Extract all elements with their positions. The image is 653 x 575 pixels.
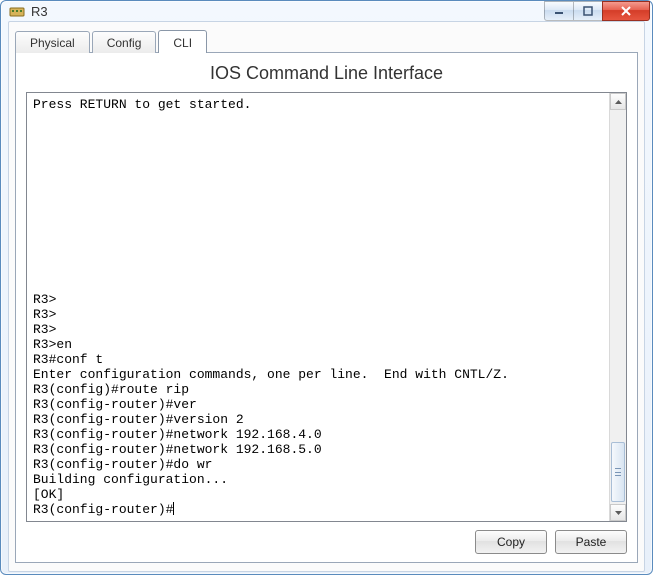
client-area: Physical Config CLI IOS Command Line Int… [8, 21, 645, 572]
tab-cli[interactable]: CLI [158, 30, 207, 53]
window: R3 Physical Config CLI IOS Command Line … [0, 0, 653, 575]
terminal-container: Press RETURN to get started. R3> R3> R3>… [26, 92, 627, 522]
scrollbar[interactable] [609, 93, 626, 521]
scroll-up-button[interactable] [610, 93, 626, 110]
terminal[interactable]: Press RETURN to get started. R3> R3> R3>… [27, 93, 609, 521]
scroll-down-button[interactable] [610, 504, 626, 521]
text-cursor [173, 502, 174, 515]
cli-button-row: Copy Paste [26, 530, 627, 554]
window-title: R3 [31, 4, 545, 19]
cli-heading: IOS Command Line Interface [26, 63, 627, 84]
app-icon [9, 3, 25, 19]
tab-config[interactable]: Config [92, 31, 157, 53]
maximize-button[interactable] [573, 1, 603, 21]
tabstrip: Physical Config CLI [15, 28, 638, 52]
window-controls [545, 1, 650, 21]
scroll-track[interactable] [610, 110, 626, 504]
tabpage-cli: IOS Command Line Interface Press RETURN … [15, 52, 638, 563]
minimize-button[interactable] [544, 1, 574, 21]
paste-button[interactable]: Paste [555, 530, 627, 554]
scroll-thumb[interactable] [611, 442, 625, 502]
tab-physical[interactable]: Physical [15, 31, 90, 53]
titlebar[interactable]: R3 [1, 1, 652, 21]
close-button[interactable] [602, 1, 650, 21]
copy-button[interactable]: Copy [475, 530, 547, 554]
